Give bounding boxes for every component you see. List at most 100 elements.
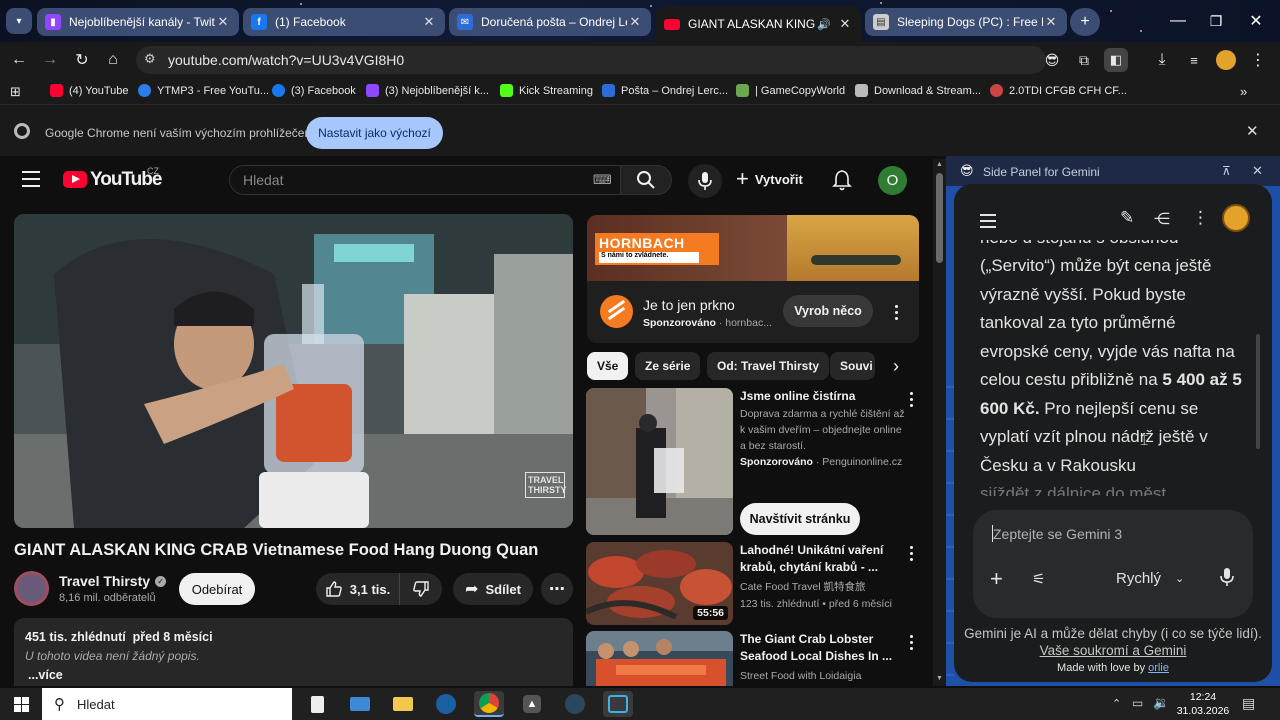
description-box[interactable]: 451 tis. zhlédnutí před 8 měsíci U tohot… bbox=[14, 618, 573, 686]
file-icon[interactable] bbox=[302, 691, 332, 717]
bookmark-item[interactable]: | GameCopyWorld bbox=[736, 84, 845, 97]
related-thumbnail[interactable]: 55:56 bbox=[586, 542, 733, 625]
page-scrollbar[interactable]: ▲ ▼ bbox=[933, 159, 946, 686]
notifications-bell-icon[interactable] bbox=[832, 169, 852, 191]
create-button[interactable]: + Vytvořit bbox=[736, 168, 803, 190]
bookmark-item[interactable]: Pošta – Ondrej Lerc... bbox=[602, 84, 728, 97]
chip-series[interactable]: Ze série bbox=[635, 352, 701, 380]
related-title[interactable]: The Giant Crab Lobster Seafood Local Dis… bbox=[740, 631, 900, 665]
clock[interactable]: 12:24 31.03.2026 bbox=[1176, 690, 1230, 718]
prompt-input[interactable]: Zeptejte se Gemini 3 bbox=[993, 526, 1122, 542]
maximize-button[interactable]: ❐ bbox=[1198, 8, 1234, 34]
network-icon[interactable]: ▭ bbox=[1132, 696, 1143, 710]
downloads-icon[interactable]: ⤓ bbox=[1150, 48, 1174, 72]
tab-twitch[interactable]: ▮ Nejoblíbenější kanály - Twitch ✕ bbox=[37, 8, 239, 36]
chrome-taskbar-icon[interactable] bbox=[474, 691, 504, 717]
bookmark-item[interactable]: (3) Nejoblíbenější k... bbox=[366, 84, 489, 97]
speaker-icon[interactable]: 🔊 bbox=[817, 18, 831, 31]
steam-icon[interactable] bbox=[431, 691, 461, 717]
model-mode-selector[interactable]: Rychlý ⌄ bbox=[1116, 570, 1184, 587]
visit-site-button[interactable]: Navštívit stránku bbox=[740, 503, 860, 535]
back-button[interactable]: ← bbox=[7, 48, 31, 72]
volume-icon[interactable]: 🔉 bbox=[1153, 695, 1169, 711]
related-title[interactable]: Jsme online čistírna bbox=[740, 388, 900, 405]
subscribe-button[interactable]: Odebírat bbox=[179, 573, 255, 605]
privacy-link[interactable]: Vaše soukromí a Gemini bbox=[1040, 643, 1187, 658]
bookmark-item[interactable]: (4) YouTube bbox=[50, 84, 129, 97]
tools-icon[interactable]: ⚟ bbox=[1032, 570, 1045, 588]
reload-button[interactable]: ↻ bbox=[70, 48, 94, 72]
related-menu-icon[interactable] bbox=[910, 546, 914, 562]
gemini-menu-icon[interactable] bbox=[980, 214, 996, 228]
search-button[interactable] bbox=[620, 165, 672, 195]
address-bar[interactable]: ⚙ youtube.com/watch?v=UU3v4VGI8H0 bbox=[136, 46, 1046, 74]
ad-card[interactable]: Je to jen prkno Sponzorováno · hornbac..… bbox=[587, 281, 919, 343]
tab-mail[interactable]: ✉ Doručená pošta – Ondrej Lerch ✕ bbox=[449, 8, 651, 36]
related-thumbnail[interactable] bbox=[586, 631, 733, 686]
chip-all[interactable]: Vše bbox=[587, 352, 629, 380]
ad-menu-icon[interactable] bbox=[895, 305, 899, 321]
chat-scrollbar[interactable] bbox=[1256, 334, 1260, 449]
scroll-down-icon[interactable]: ▼ bbox=[936, 675, 943, 682]
scrollbar-thumb[interactable] bbox=[936, 173, 943, 263]
image-viewer-icon[interactable] bbox=[345, 691, 375, 717]
pin-icon[interactable]: ⊼ bbox=[1222, 164, 1231, 178]
user-avatar[interactable] bbox=[1222, 204, 1250, 232]
like-button[interactable]: 3,1 tis. bbox=[316, 573, 400, 605]
forward-button[interactable]: → bbox=[38, 48, 62, 72]
add-attachment-icon[interactable]: + bbox=[990, 568, 1003, 590]
close-tab-icon[interactable]: ✕ bbox=[1043, 14, 1059, 30]
more-bookmarks-icon[interactable]: » bbox=[1240, 84, 1247, 99]
tab-search-icon[interactable]: ▾ bbox=[6, 8, 32, 34]
chevron-up-icon[interactable]: ⌃ bbox=[1112, 697, 1121, 710]
bookmark-item[interactable]: YTMP3 - Free YouTu... bbox=[138, 84, 269, 97]
apps-grid-icon[interactable]: ⊞ bbox=[10, 84, 21, 100]
close-tab-icon[interactable]: ✕ bbox=[627, 14, 643, 30]
video-player[interactable]: TRAVEL THIRSTY bbox=[14, 214, 573, 528]
close-tab-icon[interactable]: ✕ bbox=[421, 14, 437, 30]
taskbar-search-box[interactable]: ⚲ Hledat bbox=[42, 688, 292, 720]
home-button[interactable]: ⌂ bbox=[101, 48, 125, 72]
chips-next-icon[interactable]: › bbox=[876, 352, 916, 380]
share-icon[interactable]: ⋲ bbox=[1154, 209, 1170, 229]
close-tab-icon[interactable]: ✕ bbox=[215, 14, 231, 30]
bookmark-item[interactable]: (3) Facebook bbox=[272, 84, 356, 97]
close-side-panel-icon[interactable]: ✕ bbox=[1252, 163, 1263, 179]
related-menu-icon[interactable] bbox=[910, 635, 914, 651]
more-options-icon[interactable]: ⋮ bbox=[1192, 208, 1209, 228]
set-default-button[interactable]: Nastavit jako výchozí bbox=[306, 117, 443, 149]
related-channel[interactable]: Cate Food Travel 凱特食旅 bbox=[740, 579, 905, 595]
new-tab-button[interactable]: + bbox=[1070, 8, 1100, 36]
media-controls-icon[interactable]: ≡ bbox=[1182, 48, 1206, 72]
account-avatar[interactable]: O bbox=[878, 166, 907, 195]
related-channel[interactable]: Street Food with Loidaigia bbox=[740, 668, 905, 684]
more-actions-button[interactable]: ⋯ bbox=[541, 573, 573, 605]
close-window-button[interactable]: ✕ bbox=[1238, 8, 1274, 34]
keyboard-icon[interactable]: ⌨ bbox=[593, 172, 612, 188]
dislike-button[interactable] bbox=[400, 573, 442, 605]
related-title[interactable]: Lahodné! Unikátní vaření krabů, chytání … bbox=[740, 542, 900, 576]
author-link[interactable]: orlie bbox=[1148, 662, 1169, 674]
minimize-button[interactable]: — bbox=[1160, 8, 1196, 34]
profile-avatar[interactable] bbox=[1216, 50, 1236, 70]
chip-channel[interactable]: Od: Travel Thirsty bbox=[707, 352, 830, 380]
tab-youtube-active[interactable]: GIANT ALASKAN KING CRAB 🔊 ✕ bbox=[656, 6, 861, 42]
share-button[interactable]: ➦ Sdílet bbox=[453, 573, 533, 605]
site-info-icon[interactable]: ⚙ bbox=[144, 51, 156, 67]
steam-icon[interactable] bbox=[560, 691, 590, 717]
close-tab-icon[interactable]: ✕ bbox=[837, 16, 853, 32]
chip-related[interactable]: Souvi bbox=[830, 352, 875, 380]
new-chat-icon[interactable]: ✎ bbox=[1120, 208, 1134, 228]
menu-icon[interactable]: ⋮ bbox=[1246, 48, 1270, 72]
voice-search-button[interactable] bbox=[688, 164, 722, 198]
scroll-up-icon[interactable]: ▲ bbox=[936, 161, 943, 168]
channel-avatar[interactable] bbox=[14, 571, 49, 606]
ad-banner-image[interactable]: HORNBACH S námi to zvládnete. bbox=[587, 215, 919, 281]
extensions-icon[interactable]: ⧉ bbox=[1072, 48, 1096, 72]
bookmark-item[interactable]: Kick Streaming bbox=[500, 84, 593, 97]
file-explorer-icon[interactable] bbox=[388, 691, 418, 717]
guide-menu-icon[interactable] bbox=[22, 171, 40, 187]
ad-cta-button[interactable]: Vyrob něco bbox=[783, 295, 873, 327]
notification-center-icon[interactable]: ▤ bbox=[1242, 695, 1255, 712]
microphone-button[interactable] bbox=[1220, 568, 1234, 586]
